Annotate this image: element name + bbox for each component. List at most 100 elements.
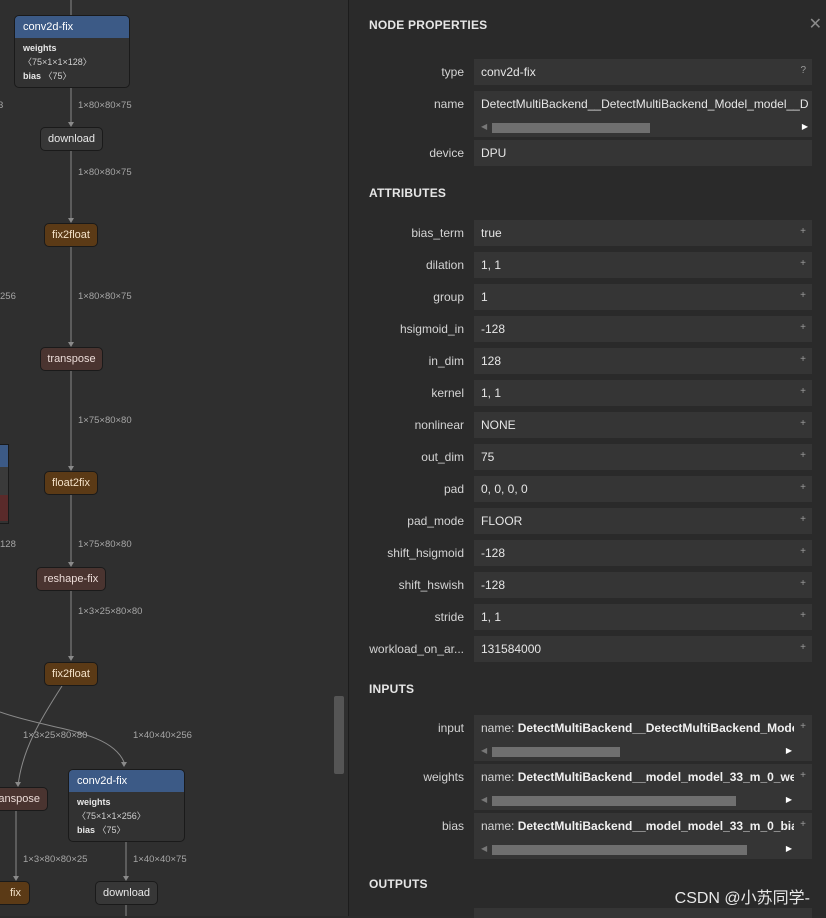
edge-label: 3 <box>0 100 4 111</box>
attribute-value-box[interactable]: 75 + <box>474 444 812 470</box>
input-name-prefix: name: <box>481 770 518 784</box>
expand-icon[interactable]: + <box>800 476 806 500</box>
scrollbar-thumb[interactable] <box>492 796 736 806</box>
expand-icon[interactable]: + <box>800 252 806 276</box>
attribute-label: group <box>433 290 464 304</box>
expand-icon[interactable]: + <box>800 220 806 244</box>
help-icon[interactable]: ? <box>800 59 806 83</box>
attribute-value: 128 <box>481 354 502 368</box>
edge-label: 128 <box>0 539 16 550</box>
expand-icon[interactable]: + <box>800 572 806 596</box>
expand-icon[interactable]: + <box>800 444 806 468</box>
node-attr-bias: bias 〈75〉 <box>77 825 126 835</box>
panel-title: NODE PROPERTIES <box>369 18 488 32</box>
attribute-value: 131584000 <box>481 642 542 656</box>
edge-label: 1×80×80×75 <box>78 167 132 178</box>
scrollbar-thumb[interactable] <box>492 747 620 757</box>
attribute-label: bias_term <box>411 226 464 240</box>
scroll-right-icon[interactable]: ▶ <box>786 745 792 757</box>
attribute-value-box[interactable]: -128 + <box>474 540 812 566</box>
attribute-value: true <box>481 226 502 240</box>
attribute-value: 1, 1 <box>481 258 502 272</box>
scroll-right-icon[interactable]: ▶ <box>786 794 792 806</box>
scroll-right-icon[interactable]: ▶ <box>802 121 808 133</box>
input-value: name: DetectMultiBackend__DetectMultiBac… <box>481 715 794 741</box>
attribute-value-box[interactable]: NONE + <box>474 412 812 438</box>
graph-node-fix-left[interactable]: fix <box>0 881 30 905</box>
graph-node-conv2d-fix-bottom[interactable]: conv2d-fix weights 〈75×1×1×256〉 bias 〈75… <box>68 769 185 842</box>
attribute-value-box[interactable]: 1, 1 + <box>474 252 812 278</box>
attribute-value-box[interactable]: -128 + <box>474 316 812 342</box>
input-name: DetectMultiBackend__model_model_33_m_0_w… <box>517 770 794 784</box>
scroll-left-icon[interactable]: ◀ <box>481 121 487 133</box>
expand-icon[interactable]: + <box>800 540 806 564</box>
expand-icon[interactable]: + <box>800 715 806 739</box>
node-properties-panel: NODE PROPERTIES ✕ type conv2d-fix ? name… <box>348 0 826 918</box>
attribute-value-box[interactable]: 128 + <box>474 348 812 374</box>
graph-node-fix2float-2[interactable]: fix2float <box>44 662 98 686</box>
expand-icon[interactable]: + <box>800 813 806 837</box>
graph-scrollbar[interactable] <box>334 696 344 774</box>
scroll-left-icon[interactable]: ◀ <box>481 745 487 757</box>
expand-icon[interactable]: + <box>800 604 806 628</box>
expand-icon[interactable]: + <box>800 508 806 532</box>
input-value-box[interactable]: name: DetectMultiBackend__model_model_33… <box>474 813 812 859</box>
graph-canvas[interactable]: conv2d-fix weights 〈75×1×1×128〉 bias 〈75… <box>0 0 348 916</box>
property-value-box[interactable]: DetectMultiBackend__DetectMultiBackend_M… <box>474 91 812 137</box>
node-fragment[interactable] <box>0 444 9 524</box>
attribute-value: 1 <box>481 290 488 304</box>
attribute-value: -128 <box>481 546 506 560</box>
edge-label: 1×75×80×80 <box>78 539 132 550</box>
property-value-box[interactable]: conv2d-fix ? <box>474 59 812 85</box>
attribute-value-box[interactable]: 1, 1 + <box>474 380 812 406</box>
graph-node-download[interactable]: download <box>40 127 103 151</box>
horizontal-scrollbar[interactable]: ◀ ▶ <box>481 843 792 855</box>
expand-icon[interactable]: + <box>800 764 806 788</box>
attribute-value-box[interactable]: 131584000 + <box>474 636 812 662</box>
edge-label: 1×3×80×80×25 <box>23 854 88 865</box>
edge-label: 256 <box>0 291 16 302</box>
scroll-left-icon[interactable]: ◀ <box>481 794 487 806</box>
input-value-box[interactable]: name: DetectMultiBackend__DetectMultiBac… <box>474 715 812 761</box>
edge-label: 1×40×40×75 <box>133 854 187 865</box>
scroll-left-icon[interactable]: ◀ <box>481 843 487 855</box>
edge-label: 1×80×80×75 <box>78 100 132 111</box>
horizontal-scrollbar[interactable]: ◀ ▶ <box>481 745 792 757</box>
attribute-value: 75 <box>481 450 495 464</box>
expand-icon[interactable]: + <box>800 348 806 372</box>
graph-node-conv2d-fix-top[interactable]: conv2d-fix weights 〈75×1×1×128〉 bias 〈75… <box>14 15 130 88</box>
property-value-box[interactable]: DPU <box>474 140 812 166</box>
scrollbar-thumb[interactable] <box>492 845 747 855</box>
outputs-title: OUTPUTS <box>369 877 428 891</box>
graph-node-download-2[interactable]: download <box>95 881 158 905</box>
close-icon[interactable]: ✕ <box>809 14 822 34</box>
graph-node-transpose[interactable]: transpose <box>40 347 103 371</box>
watermark: CSDN @小苏同学- <box>674 890 810 907</box>
horizontal-scrollbar[interactable]: ◀ ▶ <box>481 794 792 806</box>
graph-node-reshape-fix[interactable]: reshape-fix <box>36 567 106 591</box>
horizontal-scrollbar[interactable]: ◀ ▶ <box>481 121 808 133</box>
property-label: name <box>433 97 464 111</box>
scrollbar-thumb[interactable] <box>492 123 650 133</box>
scroll-right-icon[interactable]: ▶ <box>786 843 792 855</box>
expand-icon[interactable]: + <box>800 380 806 404</box>
expand-icon[interactable]: + <box>800 284 806 308</box>
input-value: name: DetectMultiBackend__model_model_33… <box>481 764 794 790</box>
input-value-box[interactable]: name: DetectMultiBackend__model_model_33… <box>474 764 812 810</box>
attribute-value-box[interactable]: 1 + <box>474 284 812 310</box>
attribute-value-box[interactable]: true + <box>474 220 812 246</box>
attribute-value-box[interactable]: 0, 0, 0, 0 + <box>474 476 812 502</box>
expand-icon[interactable]: + <box>800 636 806 660</box>
attribute-value: 1, 1 <box>481 610 502 624</box>
graph-node-float2fix[interactable]: float2fix <box>44 471 98 495</box>
input-value: name: DetectMultiBackend__model_model_33… <box>481 813 794 839</box>
attribute-value-box[interactable]: FLOOR + <box>474 508 812 534</box>
graph-node-transpose-left[interactable]: anspose <box>0 787 48 811</box>
expand-icon[interactable]: + <box>800 412 806 436</box>
attribute-value-box[interactable]: 1, 1 + <box>474 604 812 630</box>
attribute-value-box[interactable]: -128 + <box>474 572 812 598</box>
graph-node-fix2float[interactable]: fix2float <box>44 223 98 247</box>
output-value-box[interactable] <box>474 908 812 918</box>
expand-icon[interactable]: + <box>800 316 806 340</box>
attribute-label: pad_mode <box>407 514 464 528</box>
